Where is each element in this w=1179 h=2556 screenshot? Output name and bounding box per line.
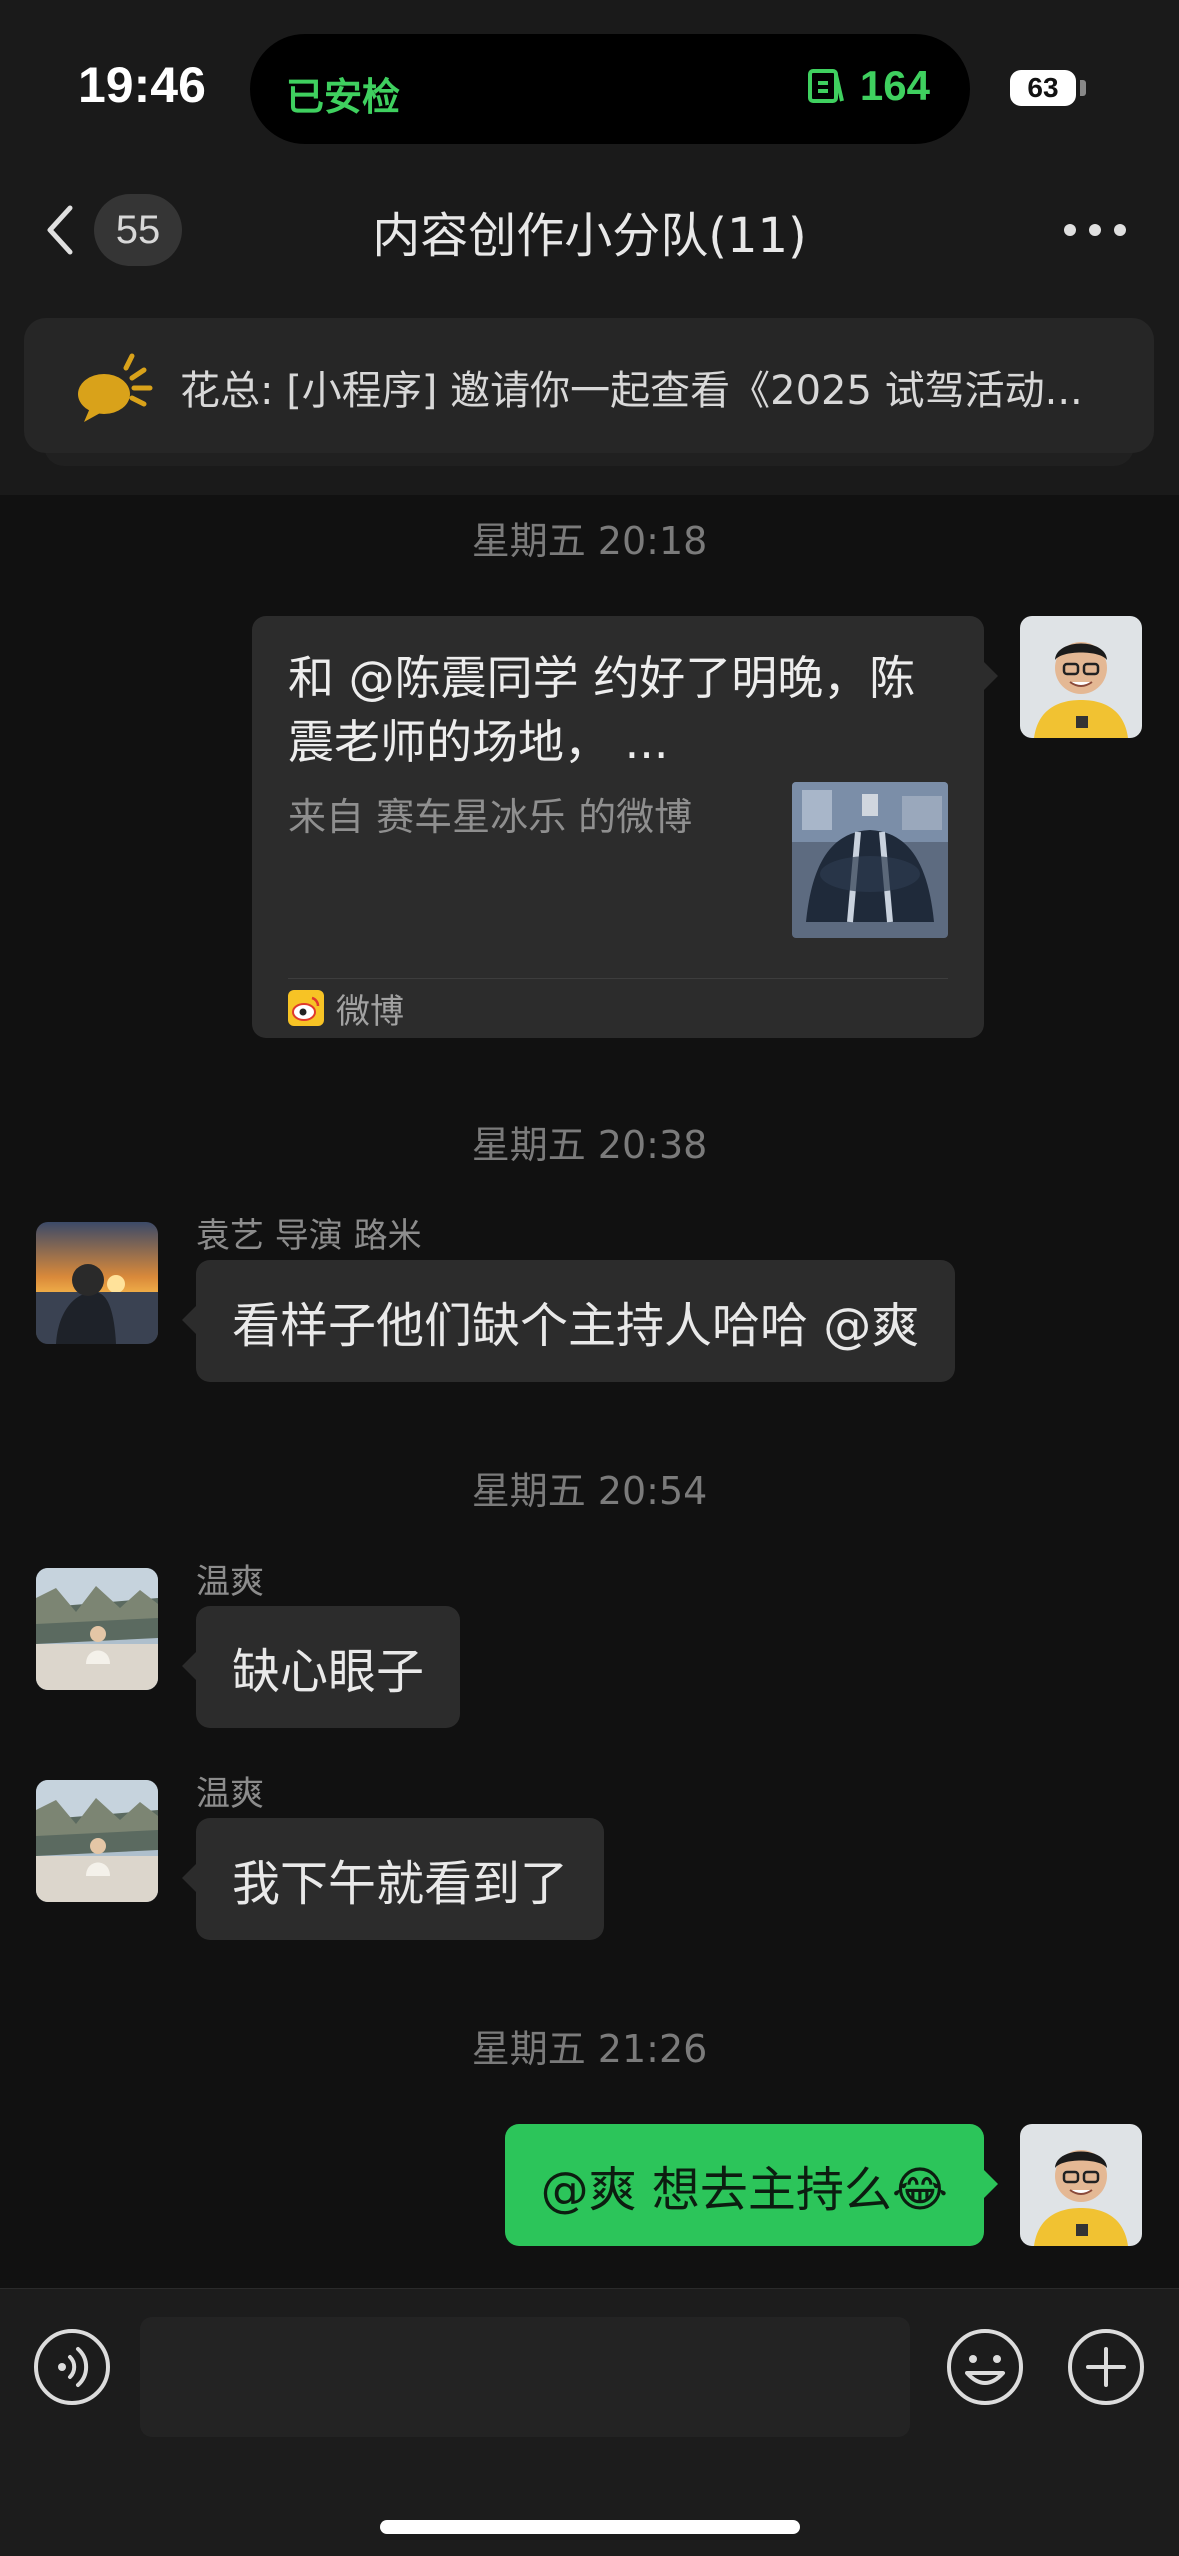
bubble-tail	[182, 1652, 196, 1680]
home-indicator[interactable]	[380, 2520, 800, 2534]
battery-indicator: 63	[1010, 70, 1076, 106]
avatar-luimi[interactable]	[36, 1222, 158, 1344]
voice-button[interactable]	[32, 2327, 112, 2411]
pinned-announcement[interactable]: 花总: [小程序] 邀请你一起查看《2025 试驾活动...	[24, 318, 1154, 453]
emoji-icon	[947, 2329, 1023, 2405]
card-app-name: 微博	[336, 991, 404, 1032]
chat-title: 内容创作小分队(11)	[372, 208, 807, 264]
card-divider	[288, 978, 948, 979]
my-message-bubble[interactable]: @爽 想去主持么😂	[504, 2124, 984, 2246]
more-button[interactable]	[1060, 200, 1130, 260]
flight-gate-info: 164	[804, 62, 930, 110]
timestamp: 星期五 21:26	[471, 2027, 708, 2071]
status-time: 19:46	[78, 57, 206, 113]
gate-number: 164	[859, 62, 930, 109]
more-actions-button[interactable]	[1066, 2327, 1146, 2411]
sender-name: 温爽	[196, 1562, 264, 1602]
shared-link-card[interactable]: 和 @陈震同学 约好了明晚，陈震老师的场地， ... 来自 赛车星冰乐 的微博 …	[252, 616, 984, 1038]
bubble-tail	[182, 1306, 196, 1334]
plus-icon	[1068, 2329, 1144, 2405]
message-bubble[interactable]: 我下午就看到了	[196, 1818, 605, 1940]
my-avatar[interactable]	[1020, 616, 1142, 738]
dynamic-island[interactable]: 已安检 164	[250, 34, 970, 144]
security-check-status: 已安检	[286, 75, 401, 119]
timestamp: 星期五 20:38	[471, 1123, 708, 1167]
card-thumbnail-image	[792, 782, 948, 938]
bubble-tail	[984, 2170, 998, 2198]
avatar-wenshuang[interactable]	[36, 1568, 158, 1690]
message-bubble[interactable]: 看样子他们缺个主持人哈哈 @爽	[196, 1260, 956, 1382]
message-input[interactable]	[140, 2317, 910, 2437]
megaphone-icon	[70, 348, 160, 432]
timestamp: 星期五 20:54	[471, 1469, 708, 1513]
card-source: 来自 赛车星冰乐 的微博	[288, 795, 693, 839]
card-title: 和 @陈震同学 约好了明晚，陈震老师的场地， ...	[288, 651, 916, 769]
battery-tip	[1080, 80, 1086, 96]
gate-icon	[807, 69, 844, 103]
avatar-wenshuang[interactable]	[36, 1780, 158, 1902]
voice-icon	[34, 2329, 110, 2405]
more-dots-icon	[1064, 224, 1126, 236]
message-bubble[interactable]: 缺心眼子	[196, 1606, 461, 1728]
input-bar	[0, 2288, 1179, 2556]
pinned-text: 花总: [小程序] 邀请你一起查看《2025 试驾活动...	[180, 368, 1083, 414]
weibo-icon	[288, 990, 324, 1026]
emoji-button[interactable]	[945, 2327, 1025, 2411]
bubble-tail	[182, 1864, 196, 1892]
timestamp: 星期五 20:18	[471, 519, 708, 563]
sender-name: 袁艺 导演 路米	[196, 1216, 422, 1256]
sender-name: 温爽	[196, 1774, 264, 1814]
bubble-tail	[984, 662, 998, 690]
my-avatar[interactable]	[1020, 2124, 1142, 2246]
card-app-label: 微博	[288, 986, 404, 1032]
top-area: 19:46 已安检 164 63 55 内容创作小分队(11) 花总: [小程序…	[0, 0, 1179, 495]
